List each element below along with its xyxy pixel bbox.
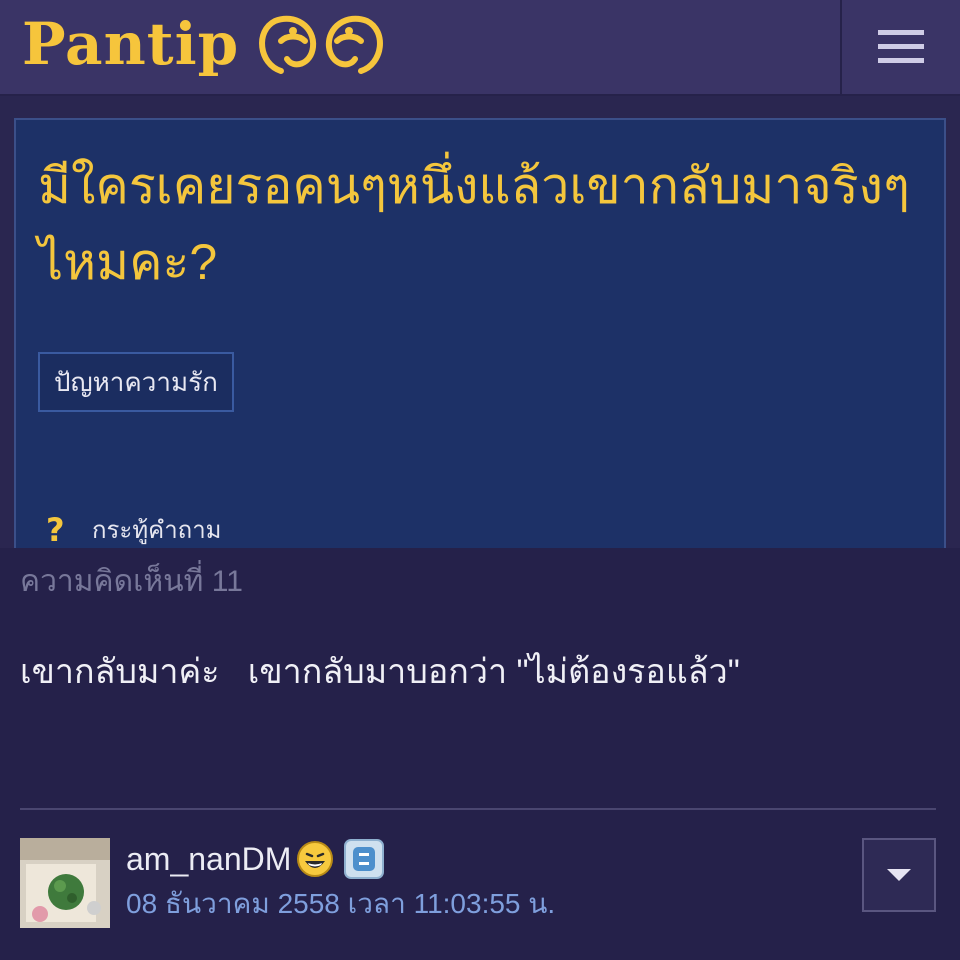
author-name-link[interactable]: am_nanDM xyxy=(126,841,291,878)
comment-divider xyxy=(20,808,936,810)
pantip-eyes-logo xyxy=(259,15,384,74)
pantip-logo-link[interactable]: Pantip xyxy=(22,4,391,84)
comment-timestamp: 08 ธันวาคม 2558 เวลา 11:03:55 น. xyxy=(126,888,556,919)
topic-type-label: กระทู้คำถาม xyxy=(92,517,222,544)
avatar[interactable] xyxy=(20,838,110,928)
caret-down-icon xyxy=(887,869,911,881)
topic-type: ? กระทู้คำถาม xyxy=(46,510,222,549)
main-menu-button[interactable] xyxy=(840,0,960,94)
topic-title: มีใครเคยรอคนๆหนึ่งแล้วเขากลับมาจริงๆไหมค… xyxy=(38,158,910,290)
comment-options-button[interactable] xyxy=(862,838,936,912)
blog-badge-icon[interactable] xyxy=(343,838,385,880)
hamburger-menu-icon xyxy=(878,30,924,63)
question-mark-icon: ? xyxy=(46,510,65,549)
brand-wordmark: Pantip xyxy=(22,10,240,78)
top-nav-bar: Pantip xyxy=(0,0,960,96)
topic-header-card: มีใครเคยรอคนๆหนึ่งแล้วเขากลับมาจริงๆไหมค… xyxy=(14,118,946,558)
laughing-emoticon-icon xyxy=(297,841,334,877)
topic-tag[interactable]: ปัญหาความรัก xyxy=(38,352,234,412)
comment-card: ความคิดเห็นที่ 11 เขากลับมาค่ะ เขากลับมา… xyxy=(0,548,960,960)
comment-number: ความคิดเห็นที่ 11 xyxy=(20,565,243,598)
avatar-image xyxy=(20,838,110,928)
comment-body: เขากลับมาค่ะ เขากลับมาบอกว่า "ไม่ต้องรอแ… xyxy=(20,653,740,691)
comment-author-row: am_nanDM xyxy=(126,838,385,880)
